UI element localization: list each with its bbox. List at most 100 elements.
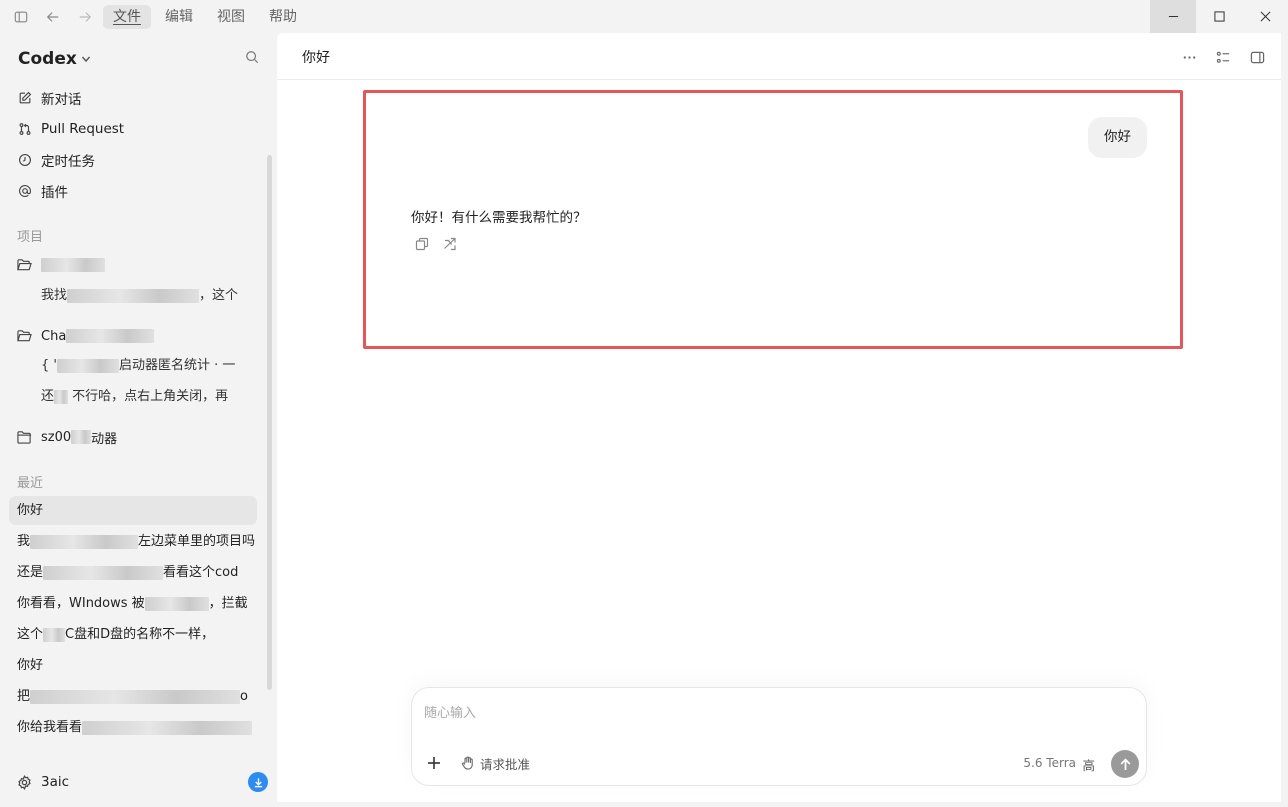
menu-edit[interactable]: 编辑 xyxy=(155,5,203,29)
thread-item[interactable]: 还 不行哈，点右上角关闭，再 xyxy=(41,386,249,408)
recent-thread-title-start: 我 xyxy=(17,534,31,549)
redacted-text xyxy=(56,358,119,373)
maximize-button[interactable] xyxy=(1196,0,1242,33)
recent-thread[interactable]: 我 左边菜单里的项目吗 xyxy=(9,527,257,556)
redacted-text xyxy=(67,288,200,303)
gear-icon xyxy=(17,774,33,790)
conversation-header: 你好 xyxy=(277,33,1281,80)
project-item[interactable] xyxy=(17,254,105,276)
workspace-selector[interactable]: Codex xyxy=(18,47,263,71)
conversation-area: 你好 你好！有什么需要我帮忙的？ xyxy=(363,90,1183,349)
user-message-bubble: 你好 xyxy=(1088,117,1147,158)
recent-thread-active[interactable]: 你好 xyxy=(9,496,257,525)
pull-request-label: Pull Request xyxy=(41,121,125,137)
menu-bar: 文件 编辑 视图 帮助 xyxy=(103,4,311,29)
plugins-button[interactable]: 插件 xyxy=(17,180,68,202)
task-list-icon[interactable] xyxy=(1213,48,1233,66)
recent-thread[interactable]: 你给我看看 xyxy=(9,713,257,742)
folder-open-icon xyxy=(17,328,33,344)
recent-thread-title-end: 看看这个cod xyxy=(163,565,239,580)
recent-thread[interactable]: 你看看，WIndows 被 ，拦截 xyxy=(9,589,257,618)
folder-open-icon xyxy=(17,257,33,273)
recent-thread-title: 你好 xyxy=(17,658,44,673)
redacted-text xyxy=(43,565,164,580)
user-name: 3aic xyxy=(41,774,70,790)
folder-icon xyxy=(17,429,33,445)
search-icon[interactable] xyxy=(245,50,259,64)
redacted-project-name xyxy=(66,329,155,343)
close-button[interactable] xyxy=(1242,0,1288,33)
clock-icon xyxy=(17,152,33,168)
copy-icon[interactable] xyxy=(414,236,430,252)
hand-icon xyxy=(461,756,475,770)
menu-help[interactable]: 帮助 xyxy=(259,5,307,29)
workspace-title: Codex xyxy=(18,49,77,69)
minimize-button[interactable] xyxy=(1150,0,1196,33)
thread-title-end: 不行哈，点右上角关闭，再 xyxy=(68,389,229,404)
approval-mode-button[interactable]: 请求批准 xyxy=(461,754,530,772)
recent-thread-title-end: o xyxy=(240,689,248,704)
window-controls xyxy=(1150,0,1288,33)
thread-title-start: 还 xyxy=(41,389,55,404)
recent-heading: 最近 xyxy=(17,476,44,491)
recent-thread-title-end: C盘和D盘的名称不一样， xyxy=(65,627,215,642)
toggle-sidebar-icon[interactable] xyxy=(11,7,31,27)
recent-thread-title-start: 你看看，WIndows 被 xyxy=(17,596,145,611)
redacted-project-name xyxy=(41,258,105,272)
more-options-icon[interactable] xyxy=(1179,48,1199,66)
redacted-text xyxy=(144,596,209,611)
recent-thread-title-start: 你给我看看 xyxy=(17,720,83,735)
menu-view[interactable]: 视图 xyxy=(207,5,255,29)
forward-arrow-icon[interactable] xyxy=(75,7,95,27)
add-attachment-button[interactable] xyxy=(425,754,443,772)
message-input[interactable] xyxy=(424,702,1124,724)
recent-thread-title-end: ，拦截 xyxy=(208,596,248,611)
thread-title-end: ，这个 xyxy=(199,288,239,303)
new-chat-label: 新对话 xyxy=(41,92,82,108)
user-settings-button[interactable]: 3aic xyxy=(17,770,269,794)
pull-request-button[interactable]: Pull Request xyxy=(17,118,124,140)
project-name-start: Cha xyxy=(41,328,67,344)
redacted-text xyxy=(82,720,253,735)
recent-thread[interactable]: 这个 C盘和D盘的名称不一样， xyxy=(9,620,257,649)
at-sign-icon xyxy=(17,183,33,199)
message-actions xyxy=(414,236,470,252)
redacted-text xyxy=(71,430,92,444)
pull-request-icon xyxy=(17,121,33,137)
recent-thread-title-start: 这个 xyxy=(17,627,44,642)
recent-thread[interactable]: 还是 看看这个cod xyxy=(9,558,257,587)
toggle-panel-icon[interactable] xyxy=(1247,48,1267,66)
recent-thread-title: 你好 xyxy=(17,503,44,518)
send-button[interactable] xyxy=(1111,750,1139,778)
main-panel: 你好 你好 你好！有什么需要我帮忙的？ 随心输入 请求批准 5.6 Terra … xyxy=(277,33,1281,802)
thread-title-start: 我找 xyxy=(41,288,68,303)
title-bar: 文件 编辑 视图 帮助 xyxy=(0,0,1288,33)
approval-label: 请求批准 xyxy=(480,756,531,772)
scheduled-tasks-button[interactable]: 定时任务 xyxy=(17,149,95,171)
project-name-start: sz00 xyxy=(41,429,72,445)
download-icon[interactable] xyxy=(248,772,268,792)
fork-icon[interactable] xyxy=(442,236,458,252)
recent-thread[interactable]: 你好 xyxy=(9,651,257,680)
scheduled-tasks-label: 定时任务 xyxy=(41,154,95,170)
menu-file[interactable]: 文件 xyxy=(103,4,151,29)
plugins-label: 插件 xyxy=(41,185,68,201)
project-item[interactable]: Cha xyxy=(17,325,155,347)
back-arrow-icon[interactable] xyxy=(43,7,63,27)
new-chat-button[interactable]: 新对话 xyxy=(17,87,82,109)
thread-title-end: 启动器匿名统计 · 一 xyxy=(118,358,236,373)
project-name-end: 动器 xyxy=(91,431,118,447)
thread-item[interactable]: { ' 启动器匿名统计 · 一 xyxy=(41,355,249,377)
recent-thread-title-start: 还是 xyxy=(17,565,44,580)
project-item[interactable]: sz00 动器 xyxy=(17,426,117,448)
model-selector[interactable]: 5.6 Terra xyxy=(1023,756,1076,770)
thread-item[interactable]: 我找 ，这个 xyxy=(41,285,249,307)
recent-thread-title-end: 左边菜单里的项目吗 xyxy=(138,534,256,549)
recent-thread[interactable]: 把o xyxy=(9,682,257,711)
reasoning-effort-selector[interactable]: 高 xyxy=(1082,755,1095,774)
projects-heading: 项目 xyxy=(17,230,44,245)
sidebar-scrollbar[interactable] xyxy=(267,155,272,690)
sidebar: Codex 新对话 Pull Request 定时任务 插件 项目 我找 ，这个 … xyxy=(0,33,276,807)
redacted-text xyxy=(30,689,241,704)
recent-thread-title-start: 把 xyxy=(17,689,31,704)
